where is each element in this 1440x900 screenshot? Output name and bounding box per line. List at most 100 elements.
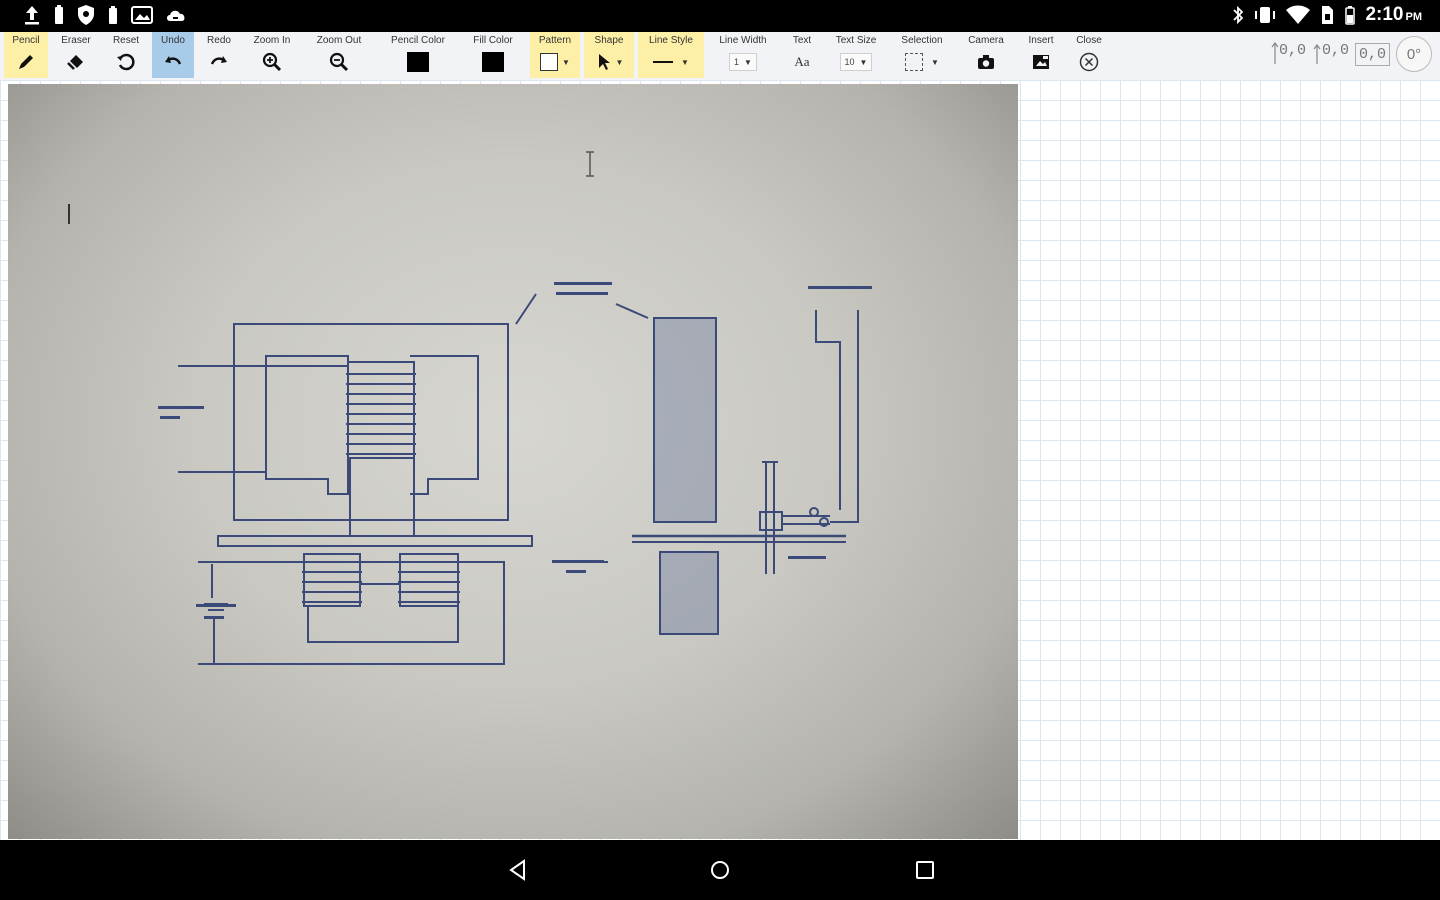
clock-time: 2:10 [1365,4,1404,25]
status-bar: 2:10 PM [0,0,1440,32]
text-button[interactable]: Text Aa [782,32,822,78]
x-coordinate-value: 0,0 [1278,42,1306,59]
x-coordinate: 0,0 [1271,42,1306,66]
pencil-color-label: Pencil Color [391,35,445,46]
line-width-value: 1 [734,57,740,67]
arrow-up-icon [1313,44,1321,64]
line-style-icon: ▼ [638,49,704,75]
cloud-icon [164,4,188,26]
zoom-in-icon [244,49,300,75]
fill-color-swatch [482,52,504,72]
system-icons: 2:10 PM [1231,4,1422,26]
reset-label: Reset [112,35,140,46]
close-button[interactable]: Close [1068,32,1110,78]
sim-icon [1319,4,1335,26]
line-width-select-wrap: 1 ▼ [708,49,778,75]
zoom-in-label: Zoom In [253,35,291,46]
fill-color-button[interactable]: Fill Color [462,32,524,78]
notification-icons [22,4,188,26]
chevron-down-icon: ▼ [744,57,752,67]
text-icon: Aa [782,49,822,75]
vibrate-icon [1253,4,1277,26]
eraser-label: Eraser [61,35,91,46]
text-size-label: Text Size [835,35,877,46]
redo-label: Redo [207,35,231,46]
shape-icon: ▼ [584,49,634,75]
drawing-toolbar: Pencil Eraser Reset Undo Redo Zoom In Zo… [0,32,1440,81]
clock-ampm: PM [1405,11,1423,23]
recents-square-icon [916,861,934,879]
close-icon [1068,49,1110,75]
recents-button[interactable] [913,858,937,882]
zoom-out-icon [306,49,372,75]
zoom-out-button[interactable]: Zoom Out [306,32,372,78]
wifi-icon [1285,4,1311,26]
text-size-value: 10 [844,57,855,67]
home-circle-icon [711,861,729,879]
redo-icon [198,49,240,75]
coordinate-readouts: 0,0 0,0 0,0 0° [1271,36,1432,72]
pencil-button[interactable]: Pencil [4,32,48,78]
zoom-out-label: Zoom Out [316,35,362,46]
battery-level-icon [1343,4,1357,26]
eraser-icon [52,49,100,75]
line-style-label: Line Style [649,35,693,46]
schematic-sketch [68,151,872,665]
battery-icon [106,4,120,26]
rotation-angle-button[interactable]: 0° [1396,36,1432,72]
text-size-select-wrap: 10 ▼ [826,49,886,75]
gallery-icon [130,4,154,26]
text-label: Text [792,35,812,46]
undo-icon [152,49,194,75]
shield-icon [76,4,96,26]
navigation-bar [0,840,1440,900]
clock: 2:10 PM [1365,4,1422,26]
line-width-label: Line Width [719,35,767,46]
insert-button[interactable]: Insert [1018,32,1064,78]
pencil-color-button[interactable]: Pencil Color [378,32,458,78]
camera-icon [958,49,1014,75]
shape-label: Shape [594,35,624,46]
eraser-button[interactable]: Eraser [52,32,100,78]
close-label: Close [1076,35,1102,46]
inserted-photo[interactable] [8,84,1018,839]
line-width-select[interactable]: 1 ▼ [729,53,757,71]
text-size-select[interactable]: 10 ▼ [839,53,873,71]
home-button[interactable] [708,858,732,882]
back-button[interactable] [506,858,530,882]
upload-icon [22,4,42,26]
zoom-in-button[interactable]: Zoom In [244,32,300,78]
camera-label: Camera [968,35,1004,46]
text-glyph: Aa [794,54,810,69]
pattern-label: Pattern [538,35,572,46]
undo-label: Undo [161,35,185,46]
y-coordinate-value: 0,0 [1321,42,1349,59]
redo-button[interactable]: Redo [198,32,240,78]
pencil-label: Pencil [12,35,40,46]
pencil-color-swatch-wrap [378,49,458,75]
pattern-button[interactable]: Pattern ▼ [530,32,580,78]
back-triangle-icon [509,859,525,881]
pattern-icon: ▼ [530,49,580,75]
line-style-button[interactable]: Line Style ▼ [638,32,704,78]
text-size-control[interactable]: Text Size 10 ▼ [826,32,886,78]
fill-color-label: Fill Color [473,35,513,46]
battery-alert-icon [52,4,66,26]
pencil-color-swatch [407,52,429,72]
selection-button[interactable]: Selection ▼ [892,32,952,78]
arrow-up-icon [1271,42,1279,64]
bluetooth-icon [1231,4,1245,26]
shape-button[interactable]: Shape ▼ [584,32,634,78]
line-width-control[interactable]: Line Width 1 ▼ [708,32,778,78]
pencil-icon [4,49,48,75]
reset-button[interactable]: Reset [104,32,148,78]
y-coordinate: 0,0 [1312,42,1349,66]
size-readout: 0,0 [1354,42,1390,66]
undo-button[interactable]: Undo [152,32,194,78]
camera-button[interactable]: Camera [958,32,1014,78]
selection-label: Selection [901,35,943,46]
insert-image-icon [1018,49,1064,75]
fill-color-swatch-wrap [462,49,524,75]
drawing-canvas[interactable] [0,80,1440,840]
reset-icon [104,49,148,75]
